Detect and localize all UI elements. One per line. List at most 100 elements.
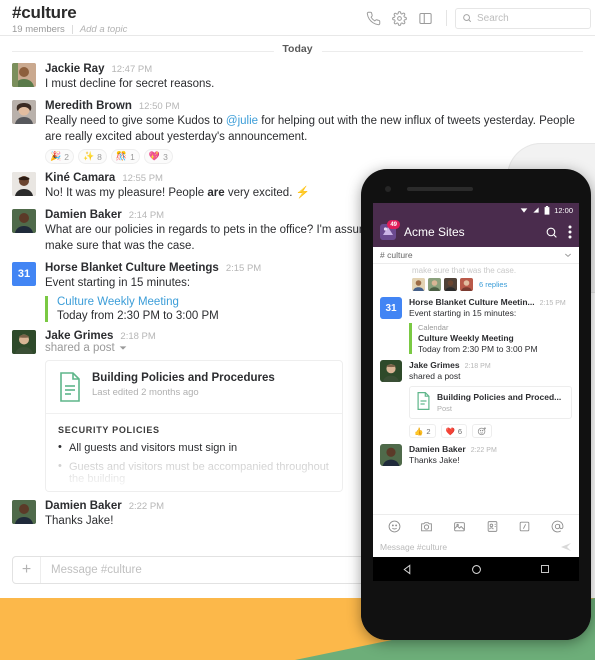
reaction-emoji: 🎊	[115, 151, 128, 161]
slash-command-icon[interactable]	[518, 520, 531, 533]
slack-logo-icon[interactable]: 49	[380, 220, 400, 240]
message-author[interactable]: Jackie Ray	[45, 63, 104, 75]
user-mention[interactable]: @julie	[226, 115, 258, 127]
phone-channel-bar[interactable]: # culture	[373, 247, 579, 264]
member-count[interactable]: 19 members	[12, 24, 65, 35]
shared-text: shared a post	[45, 342, 115, 354]
event-title: Culture Weekly Meeting	[418, 333, 514, 343]
header-actions: Search	[360, 7, 591, 29]
contact-icon[interactable]	[486, 520, 499, 533]
post-meta: Building Policies and Proced... Post	[437, 392, 561, 413]
message-author[interactable]: Horse Blanket Culture Meetings	[45, 262, 219, 274]
day-label: Today	[273, 43, 322, 55]
post-title[interactable]: Building Policies and Procedures	[92, 372, 275, 384]
thread-replies-link[interactable]: 6 replies	[479, 280, 507, 289]
message-timestamp: 2:18 PM	[464, 363, 491, 370]
calendar-icon[interactable]: 31	[12, 262, 36, 286]
post-attachment-card[interactable]: Building Policies and Procedures Last ed…	[45, 360, 343, 492]
sidebar-icon[interactable]	[412, 7, 438, 29]
phone-chin	[361, 602, 591, 640]
add-topic-link[interactable]: Add a topic	[80, 24, 128, 35]
avatar[interactable]	[380, 444, 402, 466]
add-reaction-icon[interactable]	[472, 424, 493, 438]
send-icon[interactable]	[560, 541, 572, 553]
header-divider	[71, 25, 73, 34]
message-author[interactable]: Kiné Camara	[45, 172, 115, 184]
message-author[interactable]: Damien Baker	[45, 209, 122, 221]
avatar[interactable]	[12, 63, 36, 87]
search-input[interactable]: Search	[455, 7, 591, 29]
phone-message-meta: Horse Blanket Culture Meetin... 2:15 PM	[409, 297, 572, 307]
avatar	[412, 278, 425, 291]
message-timestamp: 2:15 PM	[539, 300, 566, 307]
android-status-bar: 12:00	[373, 203, 579, 217]
reaction-pill[interactable]: ❤️ 6	[440, 424, 468, 438]
recents-icon[interactable]	[540, 564, 550, 574]
reaction-pill[interactable]: 💖 3	[143, 149, 173, 164]
workspace-title[interactable]: Acme Sites	[404, 225, 537, 239]
reaction-pill[interactable]: ✨ 8	[77, 149, 107, 164]
back-icon[interactable]	[402, 563, 413, 575]
document-icon	[58, 372, 82, 402]
phone-icon[interactable]	[360, 7, 386, 29]
avatar[interactable]	[380, 360, 402, 382]
reaction-count: 1	[130, 151, 135, 162]
avatar[interactable]	[12, 500, 36, 524]
message-meta: Jackie Ray 12:47 PM	[45, 63, 583, 75]
message-timestamp: 12:55 PM	[122, 173, 163, 184]
reaction-count: 3	[163, 151, 168, 162]
message-timestamp: 2:15 PM	[225, 263, 262, 274]
reaction-pill[interactable]: 🎊 1	[110, 149, 140, 164]
message-meta: Meredith Brown 12:50 PM	[45, 100, 583, 112]
message-author[interactable]: Damien Baker	[409, 444, 466, 454]
post-header: Building Policies and Procedures Last ed…	[46, 361, 342, 413]
message-author[interactable]: Damien Baker	[45, 500, 122, 512]
home-icon[interactable]	[471, 564, 482, 575]
search-icon	[462, 13, 472, 23]
battery-icon	[544, 205, 550, 215]
phone-message-row: 31 Horse Blanket Culture Meetin... 2:15 …	[380, 297, 572, 354]
post-attachment-card[interactable]: Building Policies and Proced... Post	[409, 386, 572, 419]
phone-message-body: Jake Grimes 2:18 PM shared a post Buildi…	[409, 360, 572, 419]
more-vertical-icon[interactable]	[568, 225, 572, 239]
message-text-pre: Really need to give some Kudos to	[45, 115, 226, 127]
post-subtitle: Last edited 2 months ago	[92, 387, 199, 398]
avatar[interactable]	[12, 100, 36, 124]
thread-replies-row[interactable]: 6 replies	[380, 278, 572, 291]
chevron-down-icon[interactable]	[564, 251, 572, 259]
gear-icon[interactable]	[386, 7, 412, 29]
message-author[interactable]: Jake Grimes	[45, 330, 113, 342]
plus-icon[interactable]: +	[13, 557, 41, 583]
emoji-icon[interactable]	[388, 520, 401, 533]
message-author[interactable]: Jake Grimes	[409, 360, 460, 370]
avatar	[428, 278, 441, 291]
attachment-kicker: Calendar	[418, 323, 449, 332]
message-author[interactable]: Meredith Brown	[45, 100, 132, 112]
search-icon[interactable]	[545, 226, 558, 239]
message-author[interactable]: Horse Blanket Culture Meetin...	[409, 297, 535, 307]
avatar[interactable]	[12, 330, 36, 354]
phone-message-list[interactable]: make sure that was the case. 6 replies 3…	[373, 264, 579, 514]
reaction-pill[interactable]: 🎉 2	[45, 149, 74, 164]
phone-message-input[interactable]: Message #culture	[373, 537, 579, 557]
avatar[interactable]	[12, 172, 36, 196]
phone-reaction-bar: 👍 2 ❤️ 6	[380, 424, 572, 438]
calendar-attachment[interactable]: Calendar Culture Weekly Meeting Today fr…	[409, 323, 572, 354]
photo-icon[interactable]	[453, 520, 466, 533]
mention-icon[interactable]	[551, 520, 564, 533]
reaction-pill[interactable]: 👍 2	[409, 424, 436, 438]
message-text-pre: No! It was my pleasure! People	[45, 187, 208, 199]
post-section-heading: SECURITY POLICIES	[58, 425, 160, 435]
camera-icon[interactable]	[420, 520, 433, 533]
notification-badge: 49	[387, 220, 400, 229]
channel-header: #culture 19 members Add a topic Search	[0, 0, 595, 36]
reaction-count: 2	[64, 151, 69, 162]
composer-placeholder[interactable]: Message #culture	[41, 564, 142, 576]
avatar[interactable]	[12, 209, 36, 233]
chevron-down-icon[interactable]	[119, 344, 127, 352]
calendar-icon[interactable]: 31	[380, 297, 402, 319]
reaction-emoji: ✨	[82, 151, 95, 161]
reaction-count: 2	[426, 426, 431, 436]
channel-name[interactable]: #culture	[12, 4, 127, 22]
channel-subheader: 19 members Add a topic	[12, 24, 127, 35]
